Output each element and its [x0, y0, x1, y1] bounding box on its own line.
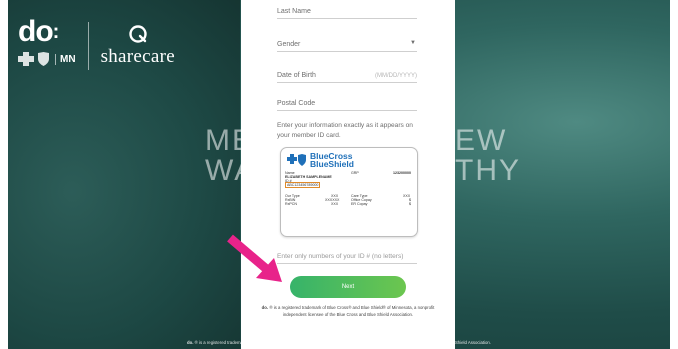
member-id-field[interactable]: Enter only numbers of your ID # (no lett… [277, 249, 417, 264]
sample-id-card: BlueCross BlueShield Name ELIZABETH SAMP… [280, 147, 418, 237]
footer-do-mark: do. [186, 340, 194, 345]
gender-label: Gender [277, 41, 301, 48]
id-card-grp-label: GRP [351, 171, 359, 175]
last-name-field[interactable]: Last Name [277, 0, 417, 19]
next-button[interactable]: Next [290, 276, 406, 298]
postal-code-label: Postal Code [277, 100, 316, 107]
date-of-birth-field[interactable]: Date of Birth (MM/DD/YYYY) [277, 64, 417, 83]
rx-row-3-label: RxPCN [285, 202, 297, 206]
blue-cross-icon [18, 52, 34, 66]
member-id-placeholder: Enter only numbers of your ID # (no lett… [277, 253, 404, 260]
pointer-arrow-icon [227, 234, 282, 282]
sharecare-logo: sharecare [101, 24, 175, 68]
bcbs-marks: MN [18, 52, 76, 66]
bcbs-name-line2: BlueShield [310, 159, 354, 169]
last-name-label: Last Name [277, 8, 311, 15]
right-edge [670, 0, 678, 349]
dob-placeholder: (MM/DD/YYYY) [375, 73, 417, 79]
id-card-id-value: ABC123456789000 [285, 182, 321, 188]
id-card-grp-value: 123200000 [393, 171, 411, 175]
do-logo: do: MN [18, 15, 76, 66]
state-label: MN [55, 53, 76, 65]
bcbs-cross-shield-icon [287, 154, 306, 166]
legal-text: ® is a registered trademark of Blue Cros… [269, 305, 435, 318]
brand-divider [87, 22, 89, 70]
id-card-name-value: ELIZABETH SAMPLENAME [285, 175, 332, 179]
rx-row-3-value: XXX [331, 202, 339, 206]
registration-form-card: Last Name Gender ▼ Date of Birth (MM/DD/… [241, 0, 455, 349]
brand-header: do: MN sharecare [18, 15, 175, 70]
gender-select[interactable]: Gender ▼ [277, 33, 417, 52]
dob-label: Date of Birth [277, 72, 316, 79]
legal-disclaimer: do. ® is a registered trademark of Blue … [255, 304, 441, 318]
left-edge [0, 0, 8, 349]
blue-shield-icon [38, 52, 49, 66]
sharecare-wordmark: sharecare [100, 46, 175, 67]
page: do: MN sharecare ME WA EW THY do. ® is a… [0, 0, 678, 349]
rx-row-3-value2: $ [409, 202, 411, 206]
hero-right-line2: THY [455, 154, 521, 187]
bcbs-logo: BlueCross BlueShield [287, 152, 354, 168]
hero-right-line1: EW [455, 124, 508, 157]
rx-row-3-label2: ER Copay [351, 202, 368, 206]
help-text: Enter your information exactly as it app… [277, 122, 413, 139]
do-mark-text: do [18, 15, 54, 48]
legal-do-mark: do. [261, 305, 269, 310]
chevron-down-icon: ▼ [410, 40, 416, 46]
sharecare-heart-icon [129, 25, 147, 43]
postal-code-field[interactable]: Postal Code [277, 92, 417, 111]
